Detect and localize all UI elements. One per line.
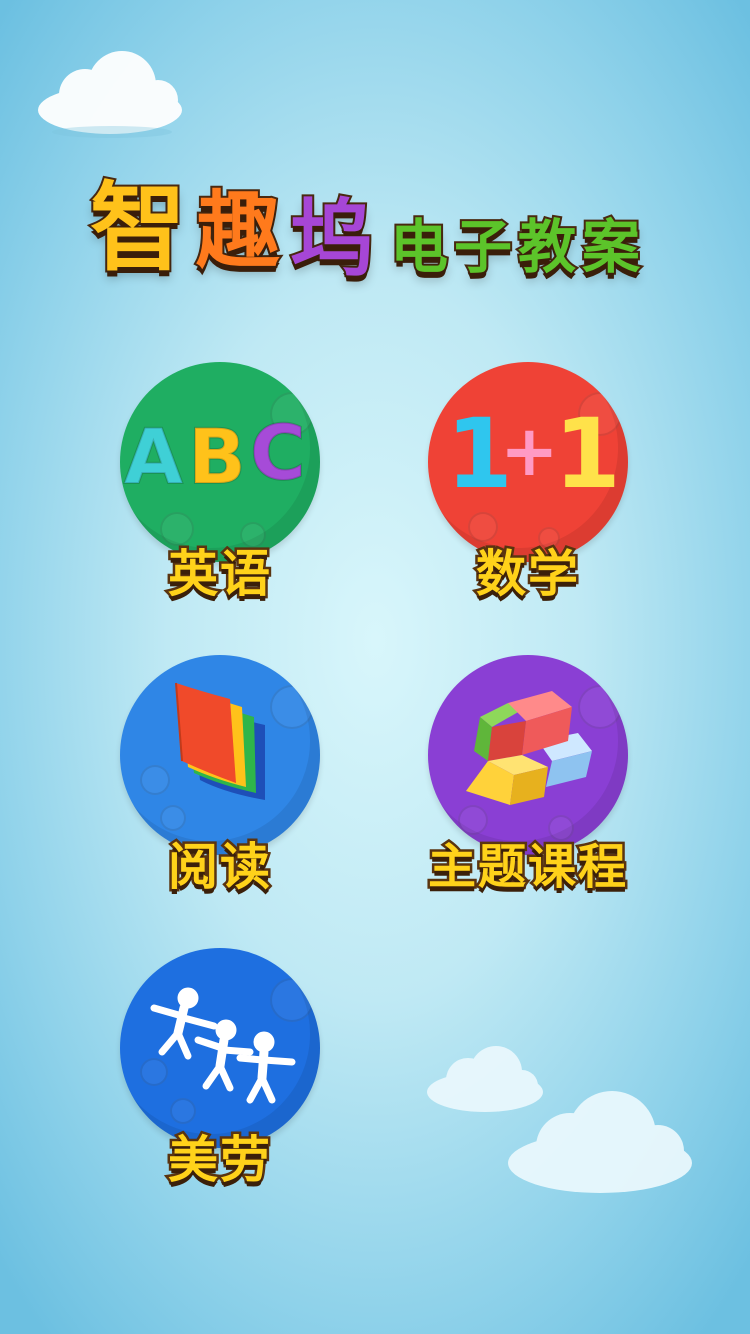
menu-label-english: 英语 — [166, 543, 273, 606]
letter-b: B — [187, 411, 247, 502]
menu-item-theme-courses[interactable]: 主题课程 — [398, 655, 658, 905]
title-char-6: 教 — [516, 211, 578, 283]
menu-item-english[interactable]: A B C 英语 — [90, 362, 350, 612]
title-char-3: 坞 — [288, 188, 376, 290]
menu-item-reading[interactable]: 阅读 — [90, 655, 350, 905]
title-char-2: 趣 — [194, 180, 282, 282]
building-blocks-icon — [466, 691, 592, 805]
math-circle: 1 + 1 — [428, 362, 628, 562]
reading-circle — [120, 655, 320, 855]
menu-label-reading: 阅读 — [166, 836, 273, 899]
app-title: 智 趣 坞 电 子 教 案 — [88, 150, 680, 290]
menu-label-theme-courses: 主题课程 — [425, 837, 628, 898]
menu-item-arts-crafts[interactable]: 美劳 — [90, 948, 350, 1198]
title-char-7: 案 — [580, 211, 642, 283]
letter-c: C — [249, 407, 307, 498]
book-pages-icon — [175, 682, 265, 800]
plus-sign: + — [500, 410, 559, 492]
paper-people-icon — [150, 987, 296, 1104]
cloud-bottom-large — [508, 1091, 692, 1193]
title-char-1: 智 — [88, 170, 188, 286]
digit-one-right: 1 — [554, 398, 621, 510]
arts-crafts-circle — [120, 948, 320, 1148]
menu-item-math[interactable]: 1 + 1 数学 — [398, 362, 658, 612]
title-char-4: 电 — [388, 211, 450, 283]
menu-label-arts-crafts: 美劳 — [166, 1129, 273, 1192]
crater — [140, 765, 170, 795]
letter-a: A — [123, 411, 184, 502]
english-circle: A B C — [120, 362, 320, 562]
cloud-top-left — [38, 51, 182, 138]
title-char-5: 子 — [452, 211, 514, 283]
menu-label-math: 数学 — [474, 543, 581, 606]
theme-courses-circle — [428, 655, 628, 855]
